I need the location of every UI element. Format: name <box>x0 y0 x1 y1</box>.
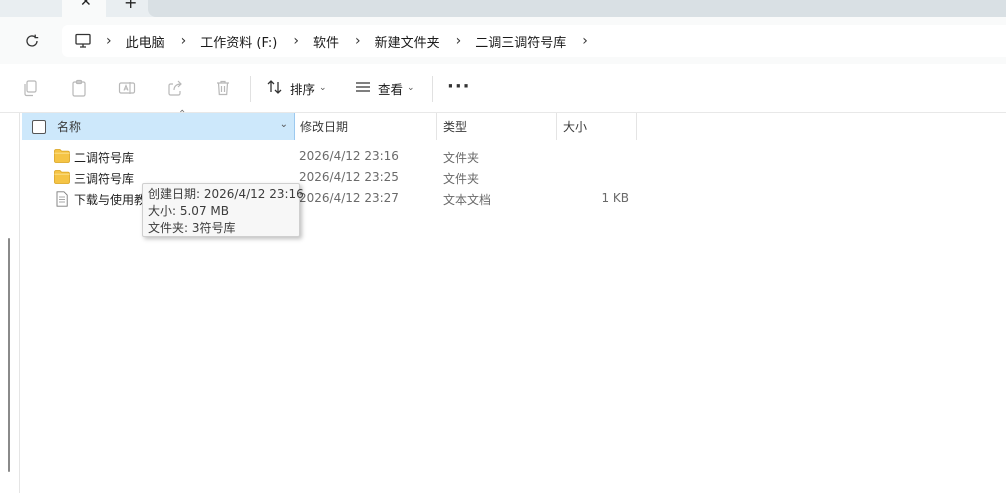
rename-icon[interactable] <box>117 78 137 98</box>
file-name: 下载与使用教 <box>74 193 147 207</box>
navigation-pane-divider <box>19 113 20 493</box>
file-name: 二调符号库 <box>74 151 135 165</box>
computer-icon[interactable] <box>74 33 92 49</box>
sort-ascending-icon: ⌃ <box>178 109 187 120</box>
column-header-name[interactable]: 名称 ⌃ ⌄ <box>22 109 295 140</box>
select-all-checkbox[interactable] <box>32 119 46 134</box>
breadcrumb-item-drive-f[interactable]: 工作资料 (F:) <box>200 32 277 51</box>
breadcrumb-item-new-folder[interactable]: 新建文件夹 <box>375 32 440 51</box>
toolbar-separator <box>432 76 433 102</box>
column-header-type-label: 类型 <box>443 120 468 134</box>
file-modified: 2026/4/12 23:25 <box>299 170 399 184</box>
folder-icon <box>54 170 70 184</box>
tooltip-created: 创建日期: 2026/4/12 23:16 <box>148 187 304 201</box>
chevron-right-icon[interactable]: › <box>456 33 462 49</box>
chevron-right-icon[interactable]: › <box>355 33 361 49</box>
view-button[interactable]: 查看 ⌄ <box>354 78 415 98</box>
address-row: › 此电脑 › 工作资料 (F:) › 软件 › 新建文件夹 › 二调三调符号库… <box>0 17 1006 64</box>
view-label: 查看 <box>378 81 404 97</box>
chevron-right-icon[interactable]: › <box>181 33 187 49</box>
folder-icon <box>54 149 70 163</box>
column-header-modified-label: 修改日期 <box>300 120 349 134</box>
file-name: 三调符号库 <box>74 172 135 186</box>
navigation-scrollbar[interactable] <box>8 238 10 472</box>
file-row[interactable]: 三调符号库 2026/4/12 23:25 文件夹 <box>22 167 637 188</box>
breadcrumb-item-symbol-library[interactable]: 二调三调符号库 <box>475 32 566 51</box>
sort-button[interactable]: 排序 ⌄ <box>266 78 327 98</box>
column-header-name-label: 名称 <box>57 120 82 134</box>
breadcrumb: › 此电脑 › 工作资料 (F:) › 软件 › 新建文件夹 › 二调三调符号库… <box>74 25 602 57</box>
refresh-icon[interactable] <box>22 31 42 51</box>
tab-strip: ✕ + <box>0 0 1006 17</box>
column-header-type[interactable]: 类型 <box>437 113 556 140</box>
chevron-right-icon[interactable]: › <box>582 33 588 49</box>
column-header-modified[interactable]: 修改日期 <box>294 113 436 140</box>
file-modified: 2026/4/12 23:27 <box>299 191 399 205</box>
sort-icon <box>266 78 284 99</box>
paste-icon[interactable] <box>69 78 89 98</box>
text-file-icon <box>54 191 70 207</box>
address-bar[interactable]: › 此电脑 › 工作资料 (F:) › 软件 › 新建文件夹 › 二调三调符号库… <box>62 25 1006 57</box>
file-row[interactable]: 下载与使用教 2026/4/12 23:27 文本文档 1 KB <box>22 188 637 209</box>
command-bar: 排序 ⌄ 查看 ⌄ ··· <box>0 64 1006 113</box>
column-divider[interactable] <box>636 113 637 140</box>
tooltip-size: 大小: 5.07 MB <box>148 204 229 218</box>
delete-icon[interactable] <box>213 78 233 98</box>
chevron-right-icon[interactable]: › <box>106 33 112 49</box>
share-icon[interactable] <box>165 78 185 98</box>
column-header-size[interactable]: 大小 <box>557 113 637 140</box>
sort-label: 排序 <box>290 81 316 97</box>
tooltip-folders: 文件夹: 3符号库 <box>148 221 236 235</box>
file-modified: 2026/4/12 23:16 <box>299 149 399 163</box>
toolbar-separator <box>250 76 251 102</box>
view-list-icon <box>354 78 372 99</box>
tab-strip-background <box>148 0 1006 17</box>
file-type: 文件夹 <box>443 151 480 165</box>
close-tab-icon[interactable]: ✕ <box>80 0 92 10</box>
new-tab-icon[interactable]: + <box>124 0 137 12</box>
file-size: 1 KB <box>601 191 629 205</box>
file-type: 文件夹 <box>443 172 480 186</box>
breadcrumb-item-software[interactable]: 软件 <box>313 32 339 51</box>
copy-icon[interactable] <box>21 78 41 98</box>
breadcrumb-item-this-pc[interactable]: 此电脑 <box>126 32 165 51</box>
chevron-down-icon[interactable]: ⌄ <box>280 119 288 130</box>
folder-info-tooltip: 创建日期: 2026/4/12 23:16 大小: 5.07 MB 文件夹: 3… <box>142 183 304 237</box>
column-header-size-label: 大小 <box>563 120 588 134</box>
chevron-down-icon: ⌄ <box>319 83 327 93</box>
file-type: 文本文档 <box>443 193 492 207</box>
more-options-button[interactable]: ··· <box>447 76 471 97</box>
chevron-right-icon[interactable]: › <box>293 33 299 49</box>
chevron-down-icon: ⌄ <box>407 83 415 93</box>
file-row[interactable]: 二调符号库 2026/4/12 23:16 文件夹 <box>22 146 637 167</box>
